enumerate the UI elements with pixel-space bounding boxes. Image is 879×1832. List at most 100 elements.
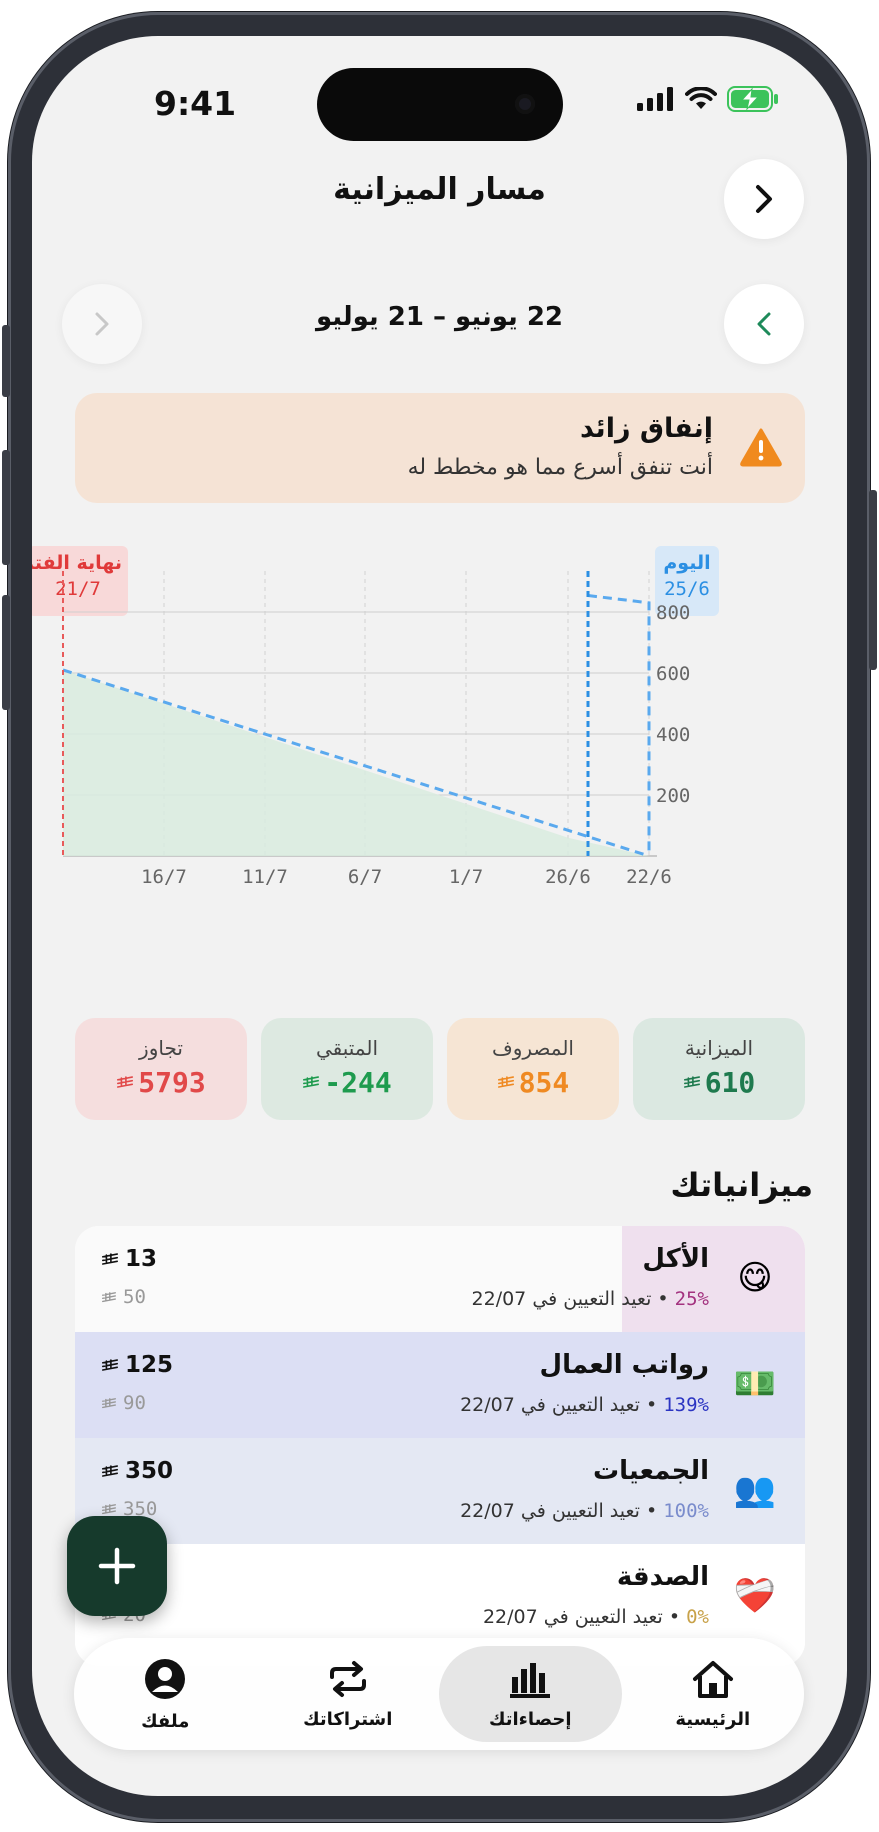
riyal-icon	[102, 1503, 116, 1514]
stat-value-row: 854	[447, 1066, 619, 1099]
stat-label: المصروف	[492, 1036, 574, 1060]
status-time: 9:41	[154, 84, 237, 123]
budget-percent: 0%	[686, 1606, 709, 1628]
add-budget-button[interactable]	[67, 1516, 167, 1616]
wifi-icon	[685, 87, 717, 109]
tab-label: ملفك	[141, 1710, 190, 1732]
budget-limit-value: 50	[123, 1286, 146, 1308]
budget-spent-value: 350	[125, 1458, 174, 1484]
budget-emoji-icon: 💵	[733, 1364, 777, 1404]
budget-subtitle: 100% • تعيد التعيين في 22/07	[460, 1500, 709, 1522]
budget-subtitle: 139% • تعيد التعيين في 22/07	[460, 1394, 709, 1416]
budget-name: الجمعيات	[592, 1456, 709, 1486]
y-tick-label: 600	[656, 663, 690, 685]
budget-row[interactable]: 😋 الأكل 25% • تعيد التعيين في 22/07 13 50	[75, 1226, 805, 1332]
tab-repeat[interactable]: اشتراكاتك	[257, 1646, 440, 1742]
x-tick-label: 26/6	[545, 866, 591, 888]
y-tick-label: 800	[656, 602, 690, 624]
alert-subtitle: أنت تنفق أسرع مما هو مخطط له	[407, 455, 713, 480]
stat-value: 610	[704, 1066, 756, 1099]
budget-name: الأكل	[642, 1244, 709, 1274]
x-tick-label: 22/6	[626, 866, 672, 888]
budget-row[interactable]: 👥 الجمعيات 100% • تعيد التعيين في 22/07 350…	[75, 1438, 805, 1544]
budgets-section-title: ميزانياتك	[670, 1166, 813, 1204]
budget-progress-fill	[75, 1332, 805, 1438]
budget-percent: 139%	[663, 1394, 709, 1416]
x-tick-label: 6/7	[348, 866, 382, 888]
budget-subtitle: 0% • تعيد التعيين في 22/07	[483, 1606, 709, 1628]
riyal-icon	[497, 1076, 514, 1088]
plus-icon	[98, 1547, 136, 1585]
budget-reset-text: • تعيد التعيين في 22/07	[471, 1288, 675, 1310]
stat-value: 854	[518, 1066, 570, 1099]
chevron-left-icon	[757, 312, 771, 336]
riyal-icon	[101, 1358, 119, 1371]
budget-limit: 50	[101, 1286, 146, 1308]
camera-icon	[515, 94, 535, 114]
profile-icon	[143, 1657, 187, 1705]
spent-line	[587, 594, 651, 856]
tab-label: الرئيسية	[675, 1708, 751, 1730]
budget-row[interactable]: 💵 رواتب العمال 139% • تعيد التعيين في 22/0…	[75, 1332, 805, 1438]
stat-value-row: 5793	[75, 1066, 247, 1099]
budget-row[interactable]: ❤️‍🩹الصدقة0% • تعيد التعيين في 22/0720	[75, 1544, 805, 1650]
budget-progress-fill	[75, 1438, 805, 1544]
stat-value-row: -244	[261, 1066, 433, 1099]
y-tick-label: 200	[656, 785, 690, 807]
tab-label: اشتراكاتك	[303, 1708, 393, 1730]
budget-reset-text: • تعيد التعيين في 22/07	[460, 1500, 664, 1522]
riyal-icon	[683, 1076, 700, 1088]
budget-reset-text: • تعيد التعيين في 22/07	[460, 1394, 664, 1416]
budget-name: رواتب العمال	[539, 1350, 709, 1380]
power-button	[869, 490, 877, 670]
y-tick-label: 400	[656, 724, 690, 746]
tab-profile[interactable]: ملفك	[74, 1646, 257, 1742]
budget-spent: 350	[101, 1458, 173, 1484]
budget-percent: 100%	[663, 1500, 709, 1522]
repeat-icon	[326, 1659, 370, 1703]
riyal-icon	[102, 1291, 116, 1302]
budget-percent: 25%	[674, 1288, 709, 1310]
riyal-icon	[102, 1397, 116, 1408]
volume-up-button	[2, 450, 10, 565]
budget-spent: 125	[101, 1352, 173, 1378]
previous-period-button[interactable]	[724, 284, 804, 364]
riyal-icon	[303, 1076, 320, 1088]
stats-row: الميزانية 610 المصروف 854 المتبقي -244 تجاوز 57…	[75, 1018, 805, 1120]
stat-value-row: 610	[633, 1066, 805, 1099]
stats-icon	[508, 1659, 552, 1703]
stat-card: الميزانية 610	[633, 1018, 805, 1120]
x-tick-label: 11/7	[242, 866, 288, 888]
alert-title: إنفاق زائد	[579, 413, 713, 444]
stat-label: المتبقي	[315, 1036, 379, 1060]
budget-spent-value: 125	[125, 1352, 174, 1378]
stat-card: تجاوز 5793	[75, 1018, 247, 1120]
screen: 9:41 مسار الميزانية 22 يونيو – 21 يوليو	[32, 36, 847, 1796]
budget-emoji-icon: 😋	[737, 1258, 773, 1298]
riyal-icon	[117, 1076, 134, 1088]
budget-burn-chart: 200 400 600 800 22/6 26/6 1/7 6/7 11/7 16/7	[62, 571, 690, 888]
stat-label: تجاوز	[139, 1036, 183, 1060]
stat-label: الميزانية	[684, 1036, 754, 1060]
budget-emoji-icon: 👥	[733, 1470, 777, 1510]
riyal-icon	[101, 1252, 119, 1265]
action-button	[2, 325, 10, 397]
budget-spent-value: 13	[125, 1246, 158, 1272]
budget-spent: 13	[101, 1246, 157, 1272]
tab-label: إحصاءاتك	[488, 1708, 572, 1730]
budget-emoji-icon: ❤️‍🩹	[733, 1576, 777, 1616]
budget-list: 😋 الأكل 25% • تعيد التعيين في 22/07 13 50 💵 رو…	[75, 1226, 805, 1666]
stat-card: المصروف 854	[447, 1018, 619, 1120]
budget-name: الصدقة	[616, 1562, 709, 1592]
tab-home[interactable]: الرئيسية	[622, 1646, 805, 1742]
tab-stats[interactable]: إحصاءاتك	[439, 1646, 622, 1742]
dynamic-island	[317, 68, 563, 141]
budget-limit-value: 90	[123, 1392, 146, 1414]
budget-reset-text: • تعيد التعيين في 22/07	[482, 1606, 687, 1628]
budget-subtitle: 25% • تعيد التعيين في 22/07	[472, 1288, 709, 1310]
status-icons	[637, 86, 779, 112]
volume-down-button	[2, 595, 10, 710]
warning-icon	[740, 428, 782, 467]
back-button[interactable]	[724, 159, 804, 239]
x-tick-label: 1/7	[449, 866, 483, 888]
